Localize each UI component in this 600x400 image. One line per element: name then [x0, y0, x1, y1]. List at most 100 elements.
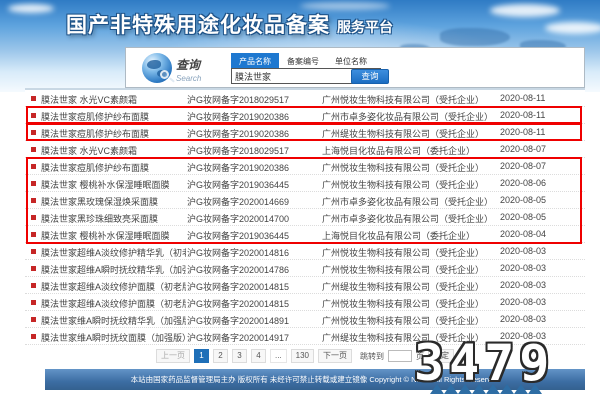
registration-number: 沪G妆网备字2020014815	[187, 297, 317, 310]
product-name: 膜法世家 水光VC素颜霜	[41, 144, 186, 157]
filing-date: 2020-08-05	[500, 195, 546, 205]
product-name: 膜法世家 水光VC素颜霜	[41, 93, 186, 106]
red-bullet-icon	[31, 232, 36, 237]
company-name: 广州市卓多姿化妆品有限公司（受托企业）	[322, 110, 497, 123]
table-row[interactable]: 膜法世家黑玫瑰保湿焕采面膜沪G妆网备字2020014669广州市卓多姿化妆品有限…	[25, 192, 585, 209]
product-name: 膜法世家 樱桃补水保湿睡眠面膜	[41, 178, 186, 191]
search-button[interactable]: 查询	[351, 69, 389, 84]
company-name: 广州悦妆生物科技有限公司（受托企业）	[322, 178, 497, 191]
registration-number: 沪G妆网备字2020014816	[187, 246, 317, 259]
jump-page-input[interactable]	[388, 350, 412, 362]
red-bullet-icon	[31, 198, 36, 203]
product-name: 膜法世家维A瞬时抚纹精华乳（加强版）	[41, 314, 186, 327]
company-name: 广州市卓多姿化妆品有限公司（受托企业）	[322, 212, 497, 225]
results-table: 膜法世家 水光VC素颜霜沪G妆网备字2018029517广州悦妆生物科技有限公司…	[25, 90, 585, 346]
table-row[interactable]: 膜法世家超维A淡纹修护精华乳（初老版）沪G妆网备字2020014816 广州悦妆生…	[25, 243, 585, 260]
page-button-3[interactable]: 3	[232, 349, 247, 363]
page-title: 国产非特殊用途化妆品备案	[66, 14, 330, 37]
company-name: 上海悦目化妆品有限公司（委托企业）	[322, 229, 497, 242]
company-name: 广州悦妆生物科技有限公司（受托企业）	[322, 93, 497, 106]
red-bullet-icon	[31, 147, 36, 152]
cosmetics-filing-platform-page: 国产非特殊用途化妆品备案服务平台 查询 Search 产品名称备案编号单位名称 …	[0, 0, 600, 400]
page-button-1[interactable]: 1	[194, 349, 209, 363]
red-bullet-icon	[31, 334, 36, 339]
page-subtitle: 服务平台	[337, 19, 393, 35]
filing-date: 2020-08-11	[500, 127, 545, 137]
red-bullet-icon	[31, 266, 36, 271]
prev-page-button[interactable]: 上一页	[156, 349, 190, 363]
globe-search-icon	[142, 53, 172, 83]
product-name: 膜法世家黑珍珠细致亮采面膜	[41, 212, 186, 225]
red-bullet-icon	[31, 317, 36, 322]
company-name: 上海悦目化妆品有限公司（委托企业）	[322, 144, 497, 157]
red-bullet-icon	[31, 249, 36, 254]
table-row[interactable]: 膜法世家超维A淡纹修护面膜（初老版）沪G妆网备字2020014815 广州悦妆生物…	[25, 294, 585, 311]
product-name: 膜法世家痘肌修护纱布面膜	[41, 161, 186, 174]
red-bullet-icon	[31, 96, 36, 101]
page-button-4[interactable]: 4	[251, 349, 266, 363]
search-panel: 查询 Search 产品名称备案编号单位名称 查询	[125, 47, 585, 88]
filing-date: 2020-08-06	[500, 178, 546, 188]
cloud-decoration	[8, 4, 54, 13]
search-tab-1[interactable]: 备案编号	[279, 53, 327, 69]
filing-date: 2020-08-11	[500, 93, 545, 103]
registration-number: 沪G妆网备字2020014815	[187, 280, 317, 293]
company-name: 广州悦妆生物科技有限公司（受托企业）	[322, 161, 497, 174]
red-bullet-icon	[31, 164, 36, 169]
filing-date: 2020-08-03	[500, 314, 546, 324]
filing-date: 2020-08-03	[500, 297, 546, 307]
registration-number: 沪G妆网备字2019036445	[187, 229, 317, 242]
search-logo-sublabel: Search	[176, 74, 201, 83]
red-bullet-icon	[31, 130, 36, 135]
product-name: 膜法世家痘肌修护纱布面膜	[41, 127, 186, 140]
search-logo-label: 查询	[176, 56, 201, 73]
table-row[interactable]: 膜法世家超维A瞬时抚纹精华乳（加强版）沪G妆网备字2020014786 广州悦妆生…	[25, 260, 585, 277]
registration-number: 沪G妆网备字2019036445	[187, 178, 317, 191]
product-name: 膜法世家超维A淡纹修护面膜（初老版）	[41, 297, 186, 310]
product-name: 膜法世家超维A淡纹修护面膜（初老版）	[41, 280, 186, 293]
company-name: 广州悦妆生物科技有限公司（受托企业）	[322, 263, 497, 276]
table-row[interactable]: 膜法世家 樱桃补水保湿睡眠面膜沪G妆网备字2019036445 广州悦妆生物科技有…	[25, 175, 585, 192]
table-row[interactable]: 膜法世家痘肌修护纱布面膜沪G妆网备字2019020386 广州悦妆生物科技有限公司…	[25, 158, 585, 175]
product-name: 膜法世家超维A瞬时抚纹精华乳（加强版）	[41, 263, 186, 276]
registration-number: 沪G妆网备字2018029517	[187, 144, 317, 157]
table-row[interactable]: 膜法世家 水光VC素颜霜沪G妆网备字2018029517广州悦妆生物科技有限公司…	[25, 90, 585, 107]
jump-to-label: 跳转到	[360, 351, 384, 362]
filing-date: 2020-08-03	[500, 263, 546, 273]
registration-number: 沪G妆网备字2019020386	[187, 127, 317, 140]
company-name: 广州悦妆生物科技有限公司（受托企业）	[322, 246, 497, 259]
table-row[interactable]: 膜法世家超维A淡纹修护面膜（初老版）沪G妆网备字2020014815广州缇妆生物…	[25, 277, 585, 294]
search-tabs: 产品名称备案编号单位名称	[231, 53, 375, 69]
page-button-2[interactable]: 2	[213, 349, 228, 363]
filing-date: 2020-08-04	[500, 229, 546, 239]
product-name: 膜法世家维A瞬时抚纹面膜（加强版）	[41, 331, 186, 344]
registration-number: 沪G妆网备字2020014786	[187, 263, 317, 276]
registration-number: 沪G妆网备字2019020386	[187, 161, 317, 174]
red-bullet-icon	[31, 113, 36, 118]
company-name: 广州市卓多姿化妆品有限公司（受托企业）	[322, 195, 497, 208]
filing-date: 2020-08-05	[500, 212, 546, 222]
cloud-decoration	[490, 4, 560, 17]
registration-number: 沪G妆网备字2019020386	[187, 110, 317, 123]
red-bullet-icon	[31, 181, 36, 186]
table-row[interactable]: 膜法世家 樱桃补水保湿睡眠面膜沪G妆网备字2019036445上海悦目化妆品有限…	[25, 226, 585, 243]
page-button-130[interactable]: 130	[291, 349, 314, 363]
search-tab-0[interactable]: 产品名称	[231, 53, 279, 69]
product-name: 膜法世家超维A淡纹修护精华乳（初老版）	[41, 246, 186, 259]
company-name: 广州悦妆生物科技有限公司（受托企业）	[322, 297, 497, 310]
cloud-decoration	[545, 22, 600, 34]
registration-number: 沪G妆网备字2020014669	[187, 195, 317, 208]
red-bullet-icon	[31, 215, 36, 220]
filing-date: 2020-08-11	[500, 110, 545, 120]
table-row[interactable]: 膜法世家维A瞬时抚纹精华乳（加强版）沪G妆网备字2020014891广州悦妆生物…	[25, 311, 585, 328]
registration-number: 沪G妆网备字2020014917	[187, 331, 317, 344]
table-row[interactable]: 膜法世家痘肌修护纱布面膜沪G妆网备字2019020386广州缇妆生物科技有限公司…	[25, 124, 585, 141]
search-tab-2[interactable]: 单位名称	[327, 53, 375, 69]
table-row[interactable]: 膜法世家痘肌修护纱布面膜沪G妆网备字2019020386 广州市卓多姿化妆品有限公…	[25, 107, 585, 124]
next-page-button[interactable]: 下一页	[318, 349, 352, 363]
table-row[interactable]: 膜法世家 水光VC素颜霜沪G妆网备字2018029517 上海悦目化妆品有限公司（…	[25, 141, 585, 158]
magnifier-icon	[160, 70, 169, 79]
product-name: 膜法世家痘肌修护纱布面膜	[41, 110, 186, 123]
filing-date: 2020-08-07	[500, 144, 546, 154]
table-row[interactable]: 膜法世家黑珍珠细致亮采面膜沪G妆网备字2020014700广州市卓多姿化妆品有限…	[25, 209, 585, 226]
